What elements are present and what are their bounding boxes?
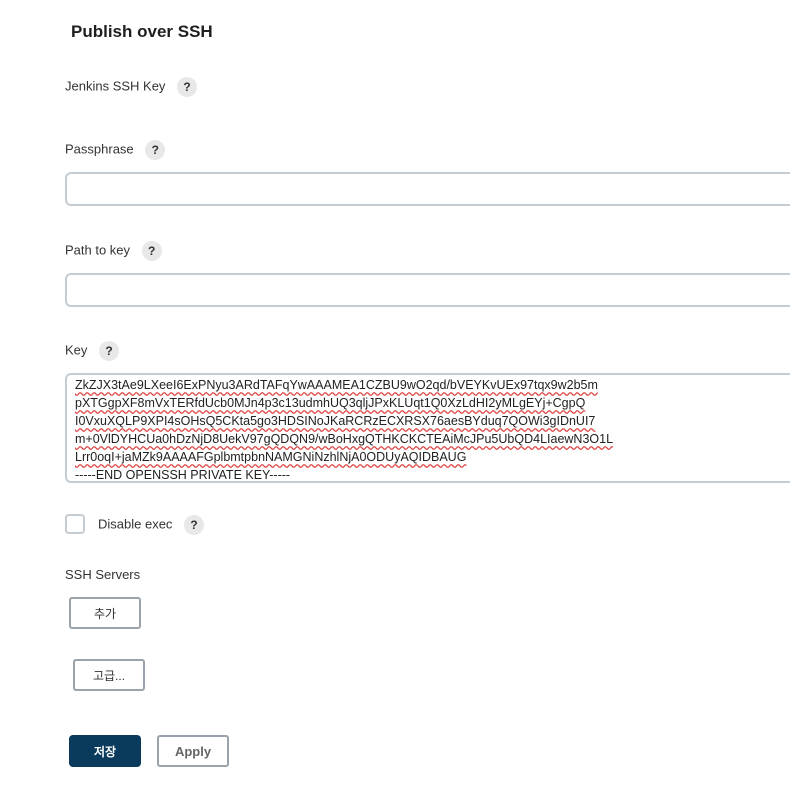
jenkins-ssh-key-help-icon[interactable]: ? <box>177 77 198 97</box>
disable-exec-checkbox[interactable] <box>65 514 85 534</box>
key-line: -----END OPENSSH PRIVATE KEY----- <box>75 468 291 482</box>
path-to-key-row: Path to key ? <box>65 241 162 261</box>
disable-exec-row: Disable exec ? <box>98 515 205 535</box>
disable-exec-label: Disable exec <box>98 516 173 532</box>
disable-exec-help-icon[interactable]: ? <box>184 515 205 535</box>
key-line: Lrr0oqI+jaMZk9AAAAFGplbmtpbnNAMGNiNzhlNj… <box>75 450 467 464</box>
key-line: pXTGgpXF8mVxTERfdUcb0MJn4p3c13udmhUQ3qlj… <box>75 396 586 410</box>
section-title: Publish over SSH <box>71 22 213 41</box>
jenkins-ssh-key-row: Jenkins SSH Key ? <box>65 77 198 97</box>
path-to-key-field[interactable] <box>65 273 790 307</box>
key-label: Key <box>65 342 88 358</box>
jenkins-ssh-key-label: Jenkins SSH Key <box>65 78 166 94</box>
passphrase-field[interactable] <box>65 172 790 206</box>
passphrase-label: Passphrase <box>65 141 134 157</box>
save-button[interactable]: 저장 <box>69 735 141 767</box>
ssh-servers-label: SSH Servers <box>65 567 141 582</box>
key-textarea[interactable]: ZkZJX3tAe9LXeeI6ExPNyu3ARdTAFqYwAAAMEA1C… <box>65 373 790 483</box>
add-server-button[interactable]: 추가 <box>69 597 141 629</box>
key-line: ZkZJX3tAe9LXeeI6ExPNyu3ARdTAFqYwAAAMEA1C… <box>75 378 598 392</box>
key-line: m+0VlDYHCUa0hDzNjD8UekV97gQDQN9/wBoHxgQT… <box>75 432 614 446</box>
passphrase-row: Passphrase ? <box>65 140 166 160</box>
path-to-key-help-icon[interactable]: ? <box>141 241 162 261</box>
apply-button[interactable]: Apply <box>157 735 229 767</box>
key-row: Key ? <box>65 341 120 361</box>
key-help-icon[interactable]: ? <box>99 341 120 361</box>
path-to-key-label: Path to key <box>65 242 131 258</box>
passphrase-help-icon[interactable]: ? <box>145 140 166 160</box>
advanced-button[interactable]: 고급... <box>73 659 145 691</box>
key-line: I0VxuXQLP9XPI4sOHsQ5CKta5go3HDSINoJKaRCR… <box>75 414 596 428</box>
